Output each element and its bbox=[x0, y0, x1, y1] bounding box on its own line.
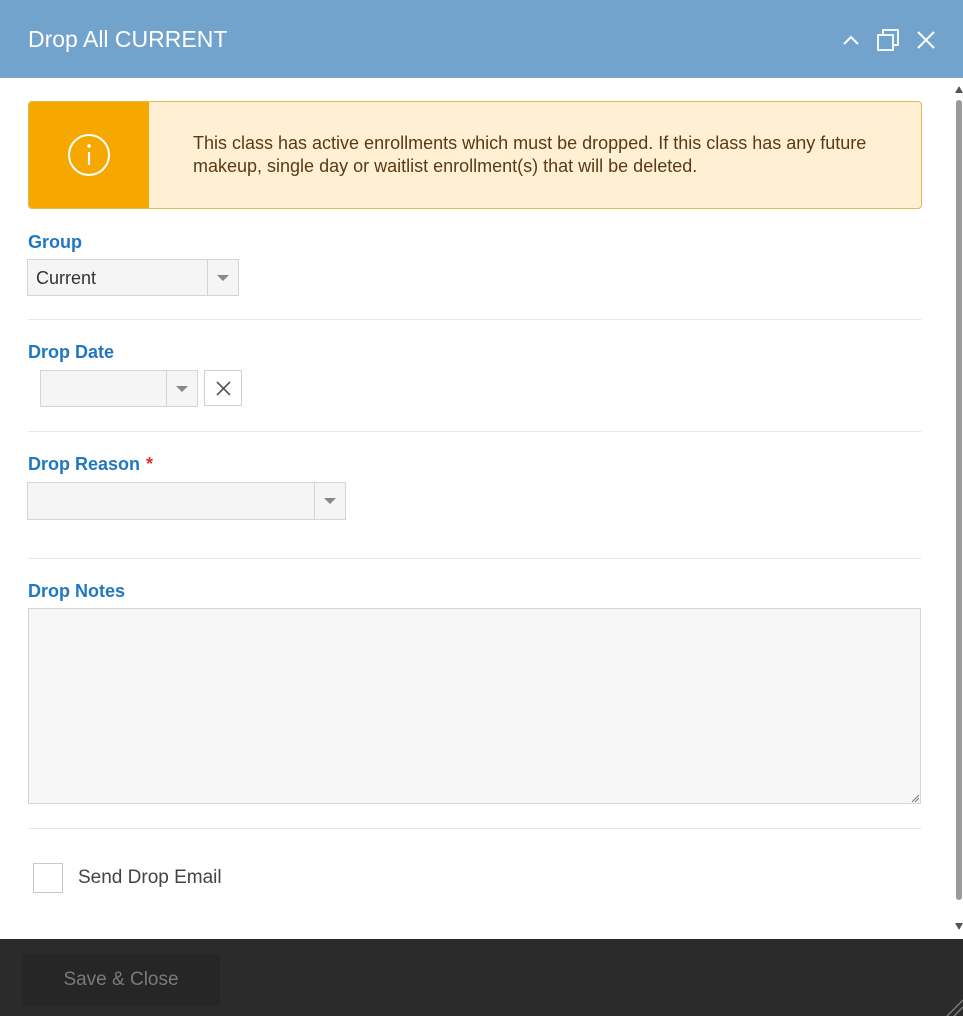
drop-date-label: Drop Date bbox=[28, 342, 115, 362]
info-icon bbox=[68, 134, 110, 176]
save-and-close-button[interactable]: Save & Close bbox=[22, 954, 220, 1006]
drop-reason-label: Drop Reason * bbox=[28, 453, 153, 475]
drop-notes-textarea[interactable] bbox=[28, 608, 921, 804]
collapse-icon[interactable] bbox=[838, 27, 864, 53]
drop-notes-label: Drop Notes bbox=[28, 581, 126, 601]
chevron-down-icon[interactable] bbox=[314, 483, 345, 519]
close-icon bbox=[216, 381, 231, 396]
maximize-icon[interactable] bbox=[875, 27, 901, 53]
warning-alert: This class has active enrollments which … bbox=[28, 101, 922, 209]
chevron-down-icon[interactable] bbox=[166, 371, 197, 406]
scroll-down-arrow-icon[interactable] bbox=[955, 923, 963, 930]
chevron-down-icon[interactable] bbox=[207, 260, 238, 295]
divider bbox=[28, 558, 921, 559]
divider bbox=[28, 431, 921, 432]
resize-grip-icon[interactable] bbox=[911, 794, 919, 802]
divider bbox=[28, 828, 921, 829]
group-select-value: Current bbox=[36, 268, 97, 288]
window-resize-grip-icon[interactable] bbox=[943, 996, 963, 1016]
group-select[interactable]: Current bbox=[27, 259, 239, 296]
alert-icon-box bbox=[29, 102, 149, 208]
dialog-titlebar: Drop All CURRENT bbox=[0, 0, 963, 78]
scrollbar-thumb[interactable] bbox=[956, 100, 962, 900]
send-drop-email-label[interactable]: Send Drop Email bbox=[78, 866, 222, 890]
dialog-title: Drop All CURRENT bbox=[28, 26, 228, 52]
divider bbox=[28, 319, 921, 320]
drop-reason-select[interactable] bbox=[27, 482, 346, 520]
group-label: Group bbox=[28, 232, 82, 252]
alert-message: This class has active enrollments which … bbox=[193, 133, 867, 176]
drop-reason-label-text: Drop Reason bbox=[28, 454, 141, 474]
scroll-up-arrow-icon[interactable] bbox=[955, 86, 963, 93]
send-drop-email-checkbox[interactable] bbox=[33, 863, 63, 893]
required-marker: * bbox=[146, 454, 154, 474]
clear-date-button[interactable] bbox=[204, 370, 242, 406]
drop-date-picker[interactable] bbox=[40, 370, 198, 407]
close-icon[interactable] bbox=[913, 27, 939, 53]
